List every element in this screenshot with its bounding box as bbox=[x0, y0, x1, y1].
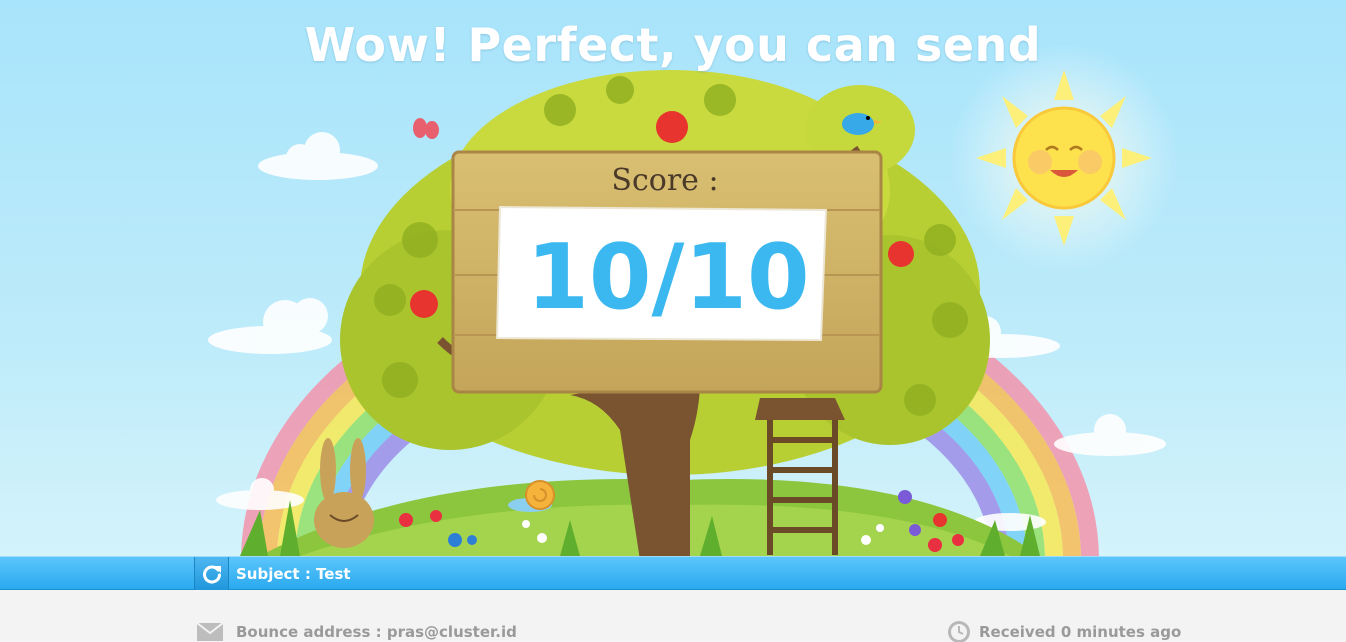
refresh-button[interactable] bbox=[194, 557, 229, 590]
clock-icon bbox=[948, 621, 970, 642]
score-label: Score : bbox=[611, 163, 718, 198]
received-time: Received 0 minutes ago bbox=[947, 620, 1181, 642]
score-value: 10/10 bbox=[526, 225, 809, 330]
butterfly bbox=[413, 118, 439, 139]
treehouse-scene: Score : 10/10 bbox=[208, 43, 1179, 556]
hero-illustration: Score : 10/10 Wow! Perfect, you can send bbox=[0, 0, 1346, 556]
received-text: Received 0 minutes ago bbox=[979, 623, 1182, 641]
subject-text: Subject : Test bbox=[236, 565, 351, 583]
refresh-icon bbox=[202, 565, 221, 584]
envelope-icon bbox=[196, 622, 224, 641]
sun bbox=[949, 43, 1179, 273]
footer: Bounce address : pras@cluster.id Receive… bbox=[0, 590, 1346, 642]
subject-bar: Subject : Test bbox=[0, 556, 1346, 590]
headline: Wow! Perfect, you can send bbox=[304, 18, 1042, 72]
bounce-text: Bounce address : pras@cluster.id bbox=[236, 623, 517, 641]
bounce-address: Bounce address : pras@cluster.id bbox=[196, 622, 517, 642]
